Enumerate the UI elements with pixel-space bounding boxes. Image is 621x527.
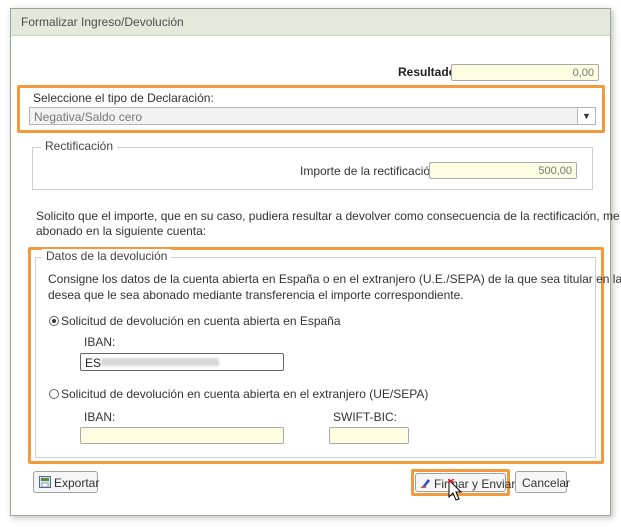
dialog-window: Formalizar Ingreso/Devolución Resultado … [10, 8, 621, 516]
importe-rectificacion-field: 500,00 [429, 162, 577, 179]
iban-espana-input[interactable]: ES [80, 353, 284, 371]
iban-extranjero-label: IBAN: [84, 410, 116, 424]
signature-pen-icon [420, 479, 430, 489]
iban-redacted-area [101, 358, 219, 366]
resultado-field: 0,00 [451, 64, 599, 81]
dialog-title: Formalizar Ingreso/Devolución [11, 9, 610, 36]
solicito-text-line1: Solicito que el importe, que en su caso,… [36, 209, 621, 223]
exportar-button[interactable]: Exportar [33, 471, 100, 493]
devolucion-legend: Datos de la devolución [42, 249, 172, 263]
export-icon [39, 476, 51, 488]
devolucion-intro-line2: desea que le sea abonado mediante transf… [48, 288, 464, 302]
radio-cuenta-extranjero-label[interactable]: Solicitud de devolución en cuenta abiert… [61, 387, 428, 401]
declaracion-label: Seleccione el tipo de Declaración: [33, 91, 214, 105]
mouse-cursor-icon [448, 479, 463, 501]
iban-espana-label: IBAN: [84, 335, 116, 349]
radio-cuenta-extranjero[interactable] [49, 389, 59, 399]
solicito-text-line2: abonado en la siguiente cuenta: [36, 224, 207, 238]
chevron-down-icon[interactable]: ▼ [577, 108, 595, 124]
rectificacion-legend: Rectificación [41, 139, 118, 153]
radio-cuenta-espana-label[interactable]: Solicitud de devolución en cuenta abiert… [61, 314, 341, 328]
resultado-label: Resultado [398, 65, 457, 79]
cancelar-button[interactable]: Cancelar [515, 471, 571, 493]
radio-cuenta-espana[interactable] [49, 316, 59, 326]
declaracion-selected-value: Negativa/Saldo cero [34, 110, 143, 124]
swift-bic-input[interactable] [329, 427, 409, 444]
devolucion-intro-line1: Consigne los datos de la cuenta abierta … [48, 272, 621, 286]
exportar-label: Exportar [54, 476, 100, 490]
cancelar-label: Cancelar [522, 476, 571, 490]
iban-extranjero-input[interactable] [80, 427, 284, 444]
declaracion-select[interactable]: Negativa/Saldo cero ▼ [29, 107, 596, 125]
swift-bic-label: SWIFT-BIC: [333, 410, 397, 424]
importe-rectificacion-label: Importe de la rectificación: [300, 164, 441, 178]
iban-espana-value: ES [85, 356, 102, 370]
firmar-enviar-label: Firmar y Enviar [434, 477, 516, 491]
